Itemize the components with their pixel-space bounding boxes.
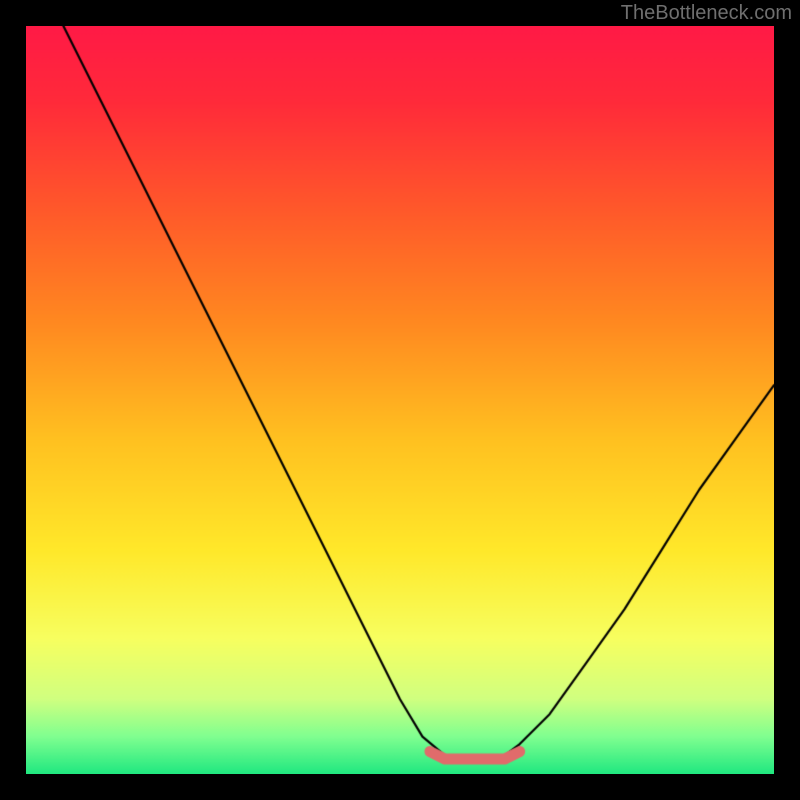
plot-area	[26, 26, 774, 774]
bottleneck-curve	[26, 26, 774, 774]
watermark-text: TheBottleneck.com	[621, 2, 792, 25]
bottleneck-chart: TheBottleneck.com	[0, 0, 800, 800]
